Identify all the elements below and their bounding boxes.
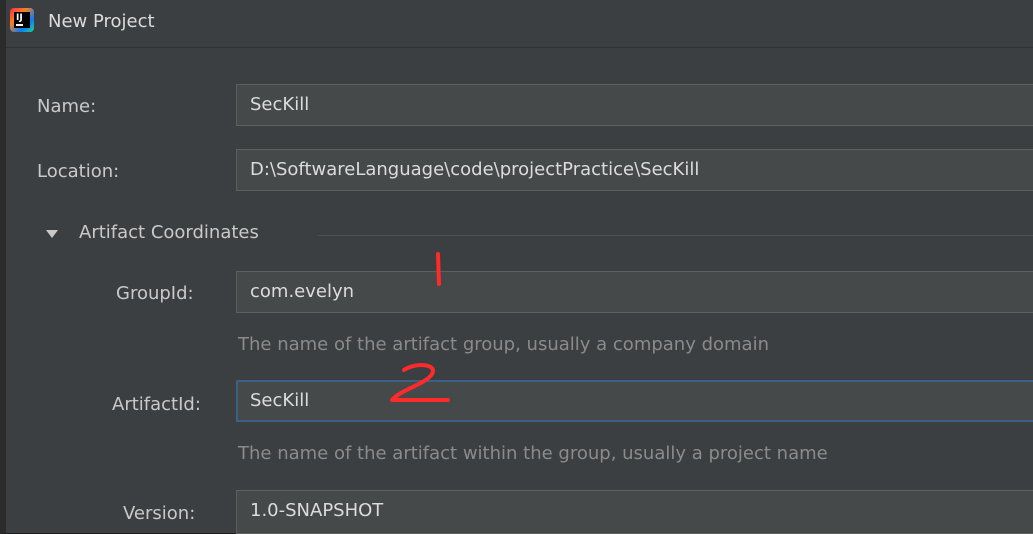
groupid-label: GroupId: <box>116 283 194 304</box>
groupid-field[interactable]: com.evelyn <box>236 271 1033 313</box>
location-label: Location: <box>37 161 120 182</box>
window-title: New Project <box>48 11 155 32</box>
location-field[interactable]: D:\SoftwareLanguage\code\projectPractice… <box>236 149 1033 191</box>
annotation-mark-1: 1 <box>436 252 441 286</box>
new-project-dialog: IJ New Project Name: SecKill Location: D… <box>0 0 1033 534</box>
artifactid-label: ArtifactId: <box>112 394 201 415</box>
version-field[interactable]: 1.0-SNAPSHOT <box>236 490 1033 534</box>
collapse-triangle-icon[interactable] <box>46 230 58 238</box>
section-divider <box>318 235 1033 236</box>
intellij-app-icon: IJ <box>10 8 34 32</box>
artifactid-field[interactable]: SecKill <box>236 380 1033 422</box>
artifactid-hint: The name of the artifact within the grou… <box>238 443 828 464</box>
annotation-mark-2: 2 <box>390 363 450 402</box>
version-label: Version: <box>123 503 196 524</box>
groupid-hint: The name of the artifact group, usually … <box>238 334 769 355</box>
title-bar: IJ New Project <box>6 0 1033 48</box>
name-field[interactable]: SecKill <box>236 84 1033 126</box>
artifact-coordinates-section[interactable]: Artifact Coordinates <box>79 222 259 243</box>
name-label: Name: <box>37 96 97 117</box>
